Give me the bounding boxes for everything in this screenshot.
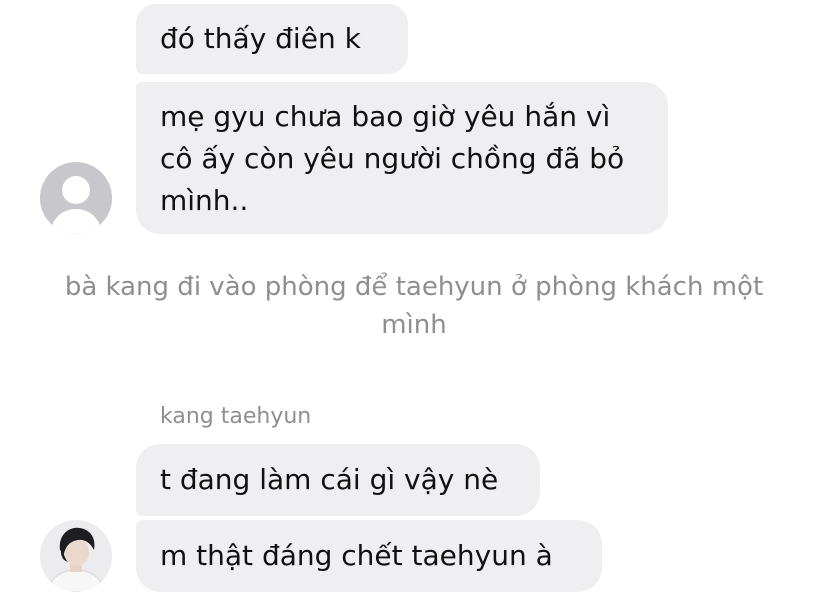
message-text: t đang làm cái gì vậy nè (160, 463, 499, 496)
message-text: mẹ gyu chưa bao giờ yêu hắn vì cô ấy còn… (160, 100, 625, 217)
person-silhouette-icon (51, 176, 101, 234)
message-bubble[interactable]: m thật đáng chết taehyun à (136, 520, 602, 592)
message-bubble[interactable]: t đang làm cái gì vậy nè (136, 444, 540, 516)
message-text: m thật đáng chết taehyun à (160, 539, 553, 572)
sender-name: kang taehyun (160, 404, 312, 429)
portrait-photo-icon (40, 520, 112, 592)
message-bubble[interactable]: đó thấy điên k (136, 4, 408, 74)
default-user-avatar-icon[interactable] (40, 162, 112, 234)
user-photo-avatar[interactable] (40, 520, 112, 592)
system-note: bà kang đi vào phòng để taehyun ở phòng … (64, 272, 764, 340)
message-bubble[interactable]: mẹ gyu chưa bao giờ yêu hắn vì cô ấy còn… (136, 82, 668, 234)
message-text: đó thấy điên k (160, 22, 361, 55)
